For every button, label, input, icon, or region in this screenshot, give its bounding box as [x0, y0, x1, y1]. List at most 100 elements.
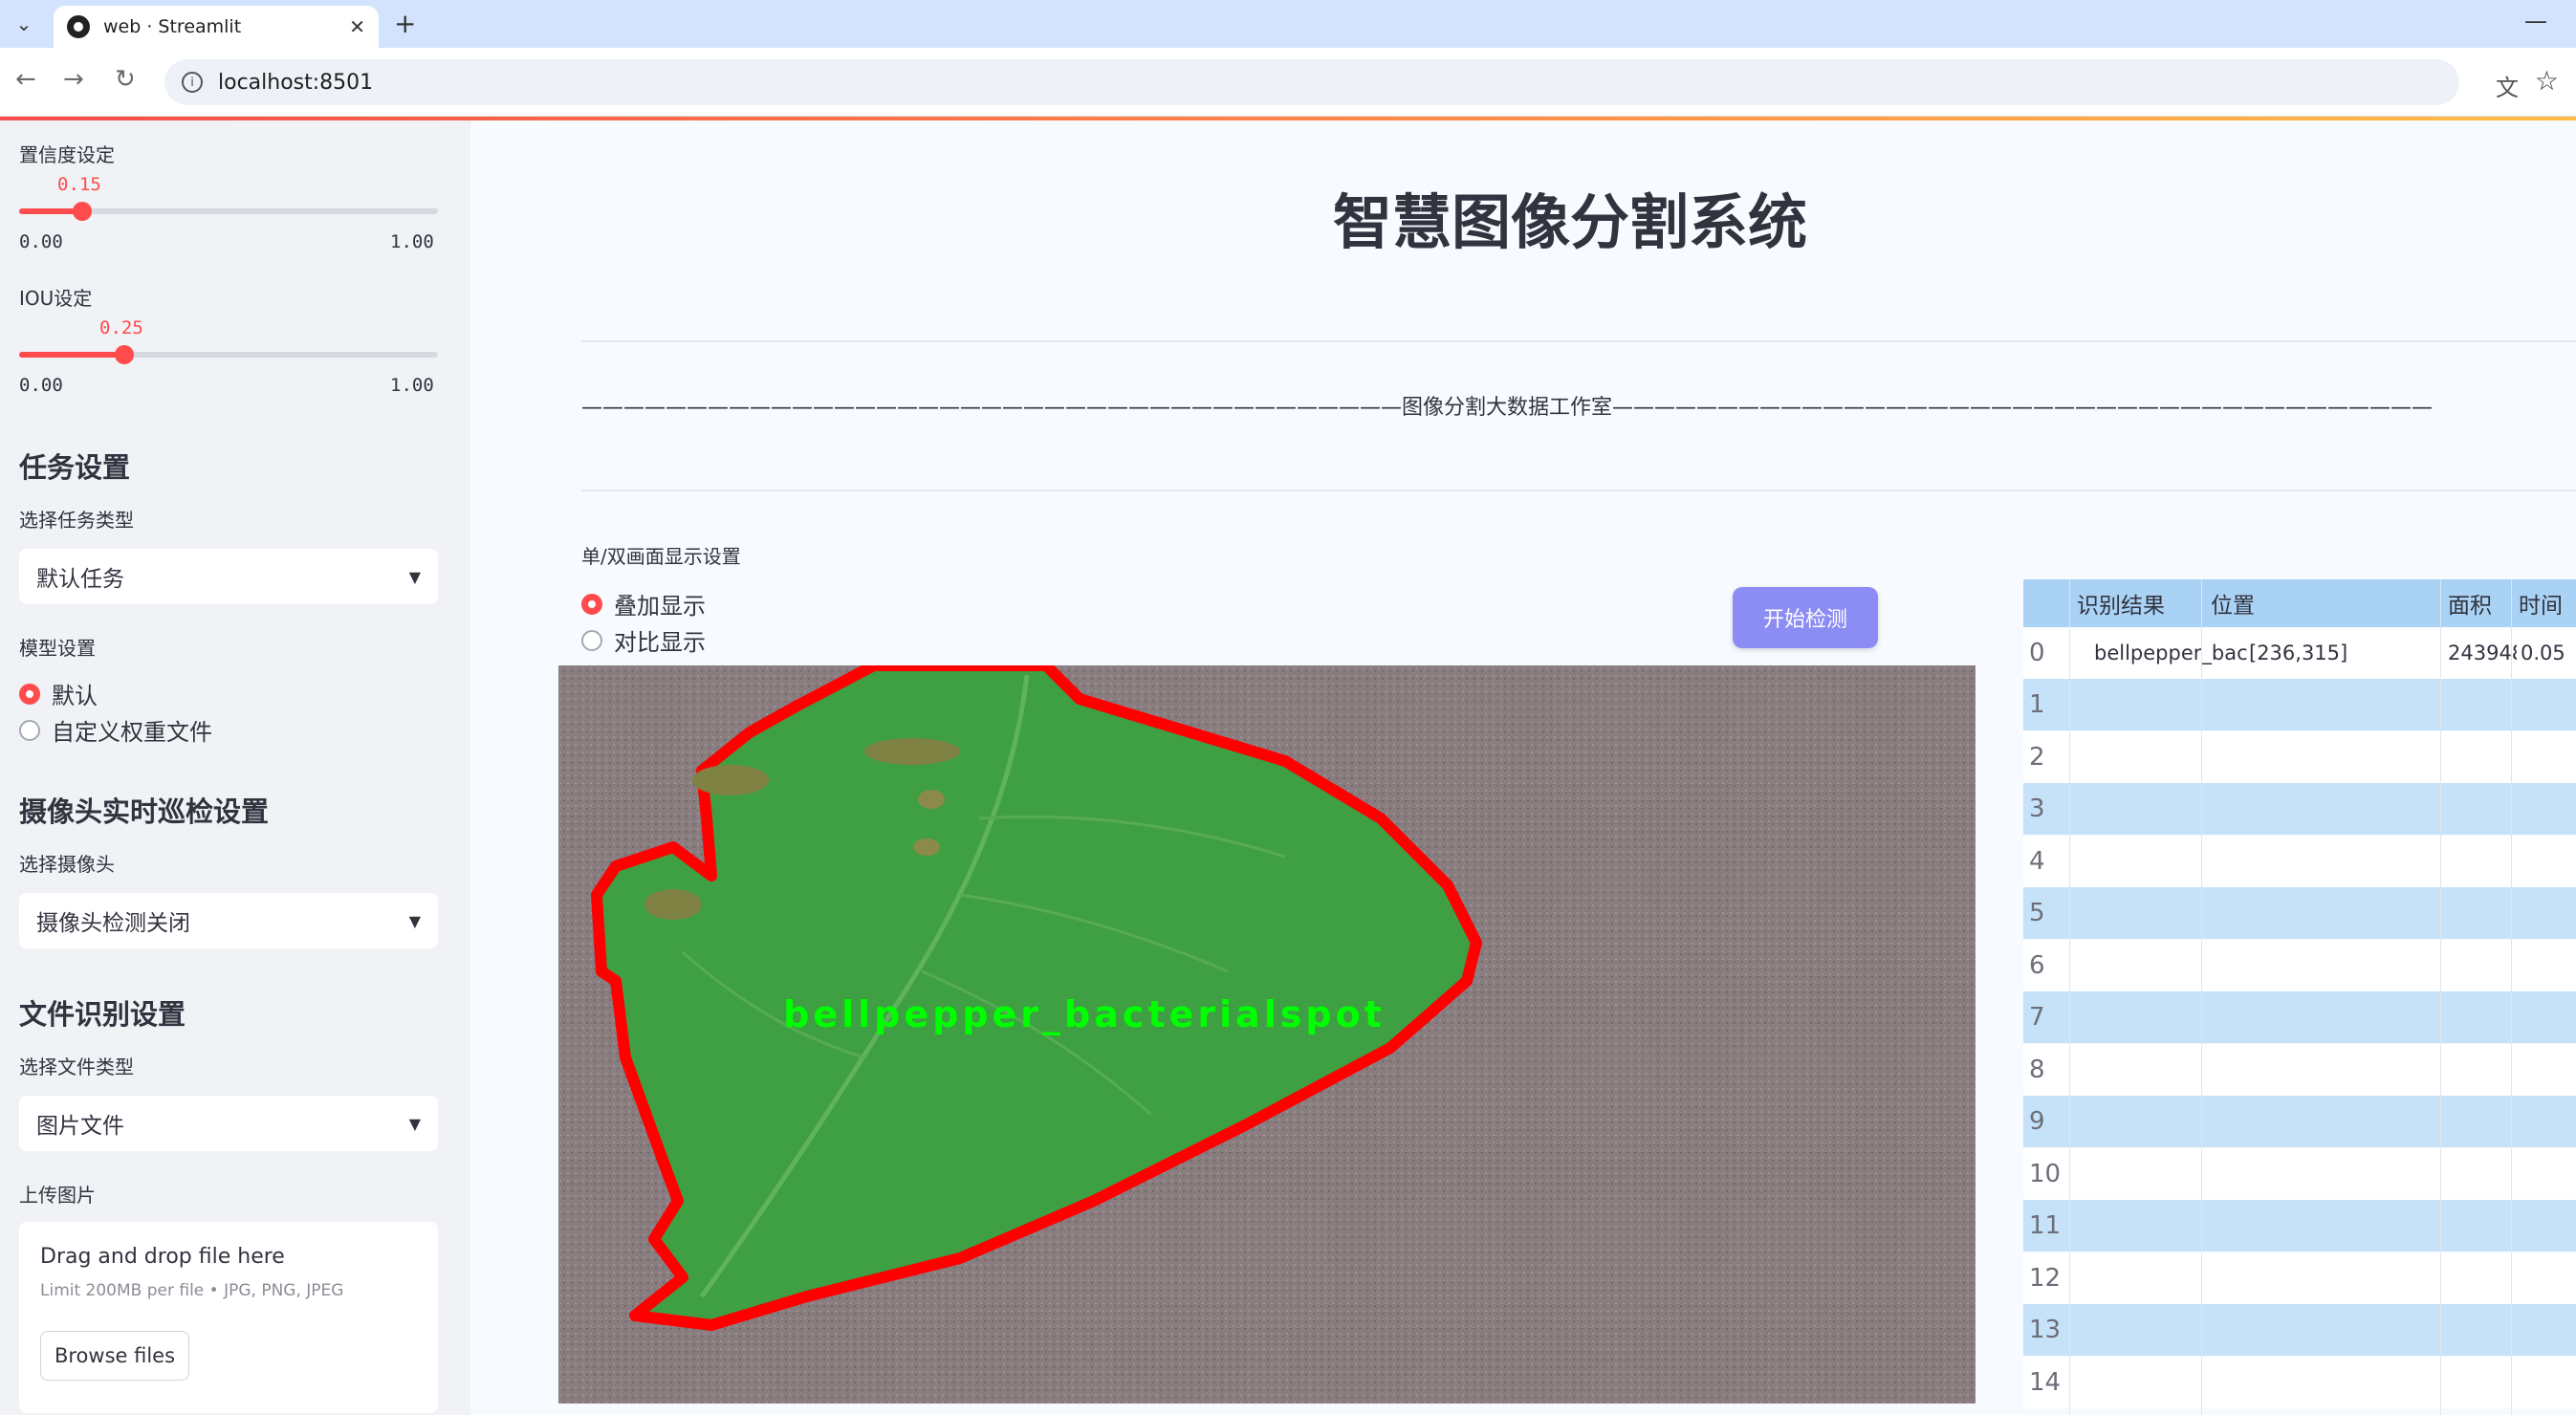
camera-select[interactable]: 摄像头检测关闭 ▼: [19, 893, 438, 948]
iou-slider[interactable]: [19, 345, 438, 364]
table-row[interactable]: 3: [2023, 783, 2576, 835]
row-index: 13: [2029, 1316, 2062, 1344]
task-settings-header: 任务设置: [19, 451, 131, 484]
tab-search-icon[interactable]: ⌄: [8, 8, 40, 40]
task-type-label: 选择任务类型: [19, 509, 134, 532]
table-row[interactable]: 11: [2023, 1200, 2576, 1252]
row-index: 4: [2029, 846, 2045, 876]
iou-label: IOU设定: [19, 287, 93, 310]
browse-files-button[interactable]: Browse files: [40, 1331, 189, 1381]
minimize-window-icon[interactable]: —: [2524, 8, 2547, 34]
studio-divider-text: ———————————————————————————————————————图…: [581, 396, 2434, 420]
table-row[interactable]: 2: [2023, 730, 2576, 783]
row-index: 10: [2029, 1159, 2062, 1188]
site-info-icon[interactable]: i: [182, 72, 203, 93]
row-index: 2: [2029, 742, 2045, 772]
radio-selected-icon: [581, 593, 602, 615]
forward-icon[interactable]: →: [63, 65, 84, 94]
confidence-value: 0.15: [57, 174, 101, 195]
row-index: 0: [2029, 639, 2045, 667]
column-divider: [2511, 579, 2512, 1415]
column-divider: [2440, 579, 2441, 1415]
close-tab-icon[interactable]: ✕: [349, 15, 365, 38]
table-row[interactable]: 14: [2023, 1356, 2576, 1408]
table-row[interactable]: 6: [2023, 939, 2576, 991]
table-row[interactable]: 12: [2023, 1252, 2576, 1304]
row-index: 6: [2029, 950, 2045, 980]
divider: [581, 490, 2576, 491]
cell-area: 243948: [2448, 642, 2517, 664]
chevron-down-icon: ▼: [408, 911, 421, 930]
display-option-overlay[interactable]: 叠加显示: [581, 587, 706, 620]
cell-time: 0.05: [2521, 642, 2565, 664]
sidebar: 置信度设定 0.15 0.00 1.00 IOU设定 0.25 0.00 1.0…: [0, 120, 470, 1415]
leaf-segmentation-svg: bellpepper_bacterialspot: [558, 665, 1976, 1404]
display-option-label: 叠加显示: [614, 593, 706, 620]
confidence-label: 置信度设定: [19, 143, 115, 166]
browser-tab-bar: ⌄ web · Streamlit ✕ + —: [0, 0, 2576, 48]
chevron-down-icon: ▼: [408, 567, 421, 586]
bacterial-spot: [644, 889, 702, 920]
row-index: 5: [2029, 899, 2045, 927]
table-row[interactable]: 13: [2023, 1304, 2576, 1356]
cell-result: bellpepper_bacterialspot: [2094, 642, 2247, 664]
translate-icon[interactable]: 文: [2496, 69, 2519, 102]
model-option-label: 默认: [52, 683, 98, 709]
column-header-area[interactable]: 面积: [2448, 579, 2492, 627]
column-header-result[interactable]: 识别结果: [2077, 579, 2165, 627]
file-settings-header: 文件识别设置: [19, 998, 186, 1031]
iou-slider-fill: [19, 352, 124, 358]
table-row[interactable]: 10: [2023, 1147, 2576, 1200]
table-row[interactable]: 5: [2023, 887, 2576, 939]
row-index: 1: [2029, 690, 2045, 719]
file-type-label: 选择文件类型: [19, 1056, 134, 1078]
camera-settings-header: 摄像头实时巡检设置: [19, 795, 270, 828]
cell-position: [236,315]: [2249, 642, 2348, 664]
bacterial-spot: [913, 838, 940, 856]
table-row[interactable]: 9: [2023, 1096, 2576, 1147]
start-detection-button[interactable]: 开始检测: [1733, 587, 1878, 648]
camera-label: 选择摄像头: [19, 853, 115, 876]
model-option-label: 自定义权重文件: [52, 719, 212, 746]
table-header-row: 识别结果 位置 面积 时间: [2023, 579, 2576, 627]
file-type-value: 图片文件: [36, 1114, 124, 1139]
table-row[interactable]: 8: [2023, 1043, 2576, 1096]
new-tab-icon[interactable]: +: [394, 8, 416, 39]
table-row[interactable]: 4: [2023, 835, 2576, 887]
table-row[interactable]: 7: [2023, 991, 2576, 1043]
row-index: 12: [2029, 1263, 2062, 1293]
bookmark-star-icon[interactable]: ☆: [2535, 65, 2559, 97]
model-option-default[interactable]: 默认: [19, 677, 98, 710]
confidence-slider[interactable]: [19, 202, 438, 221]
bacterial-spot: [864, 738, 960, 765]
column-divider: [2069, 579, 2070, 1415]
iou-max: 1.00: [390, 375, 434, 396]
radio-unselected-icon: [19, 719, 40, 741]
table-row[interactable]: 0 bellpepper_bacterialspot [236,315] 243…: [2023, 627, 2576, 679]
iou-slider-thumb[interactable]: [114, 345, 134, 364]
page-title: 智慧图像分割系统: [1333, 187, 1808, 257]
url-text: localhost:8501: [218, 70, 374, 95]
iou-value: 0.25: [99, 317, 143, 338]
iou-min: 0.00: [19, 375, 63, 396]
results-table[interactable]: 识别结果 位置 面积 时间 0 bellpepper_bacterialspot…: [2023, 579, 2576, 1415]
confidence-max: 1.00: [390, 231, 434, 252]
radio-selected-icon: [19, 683, 40, 705]
task-type-select[interactable]: 默认任务 ▼: [19, 549, 438, 604]
column-header-time[interactable]: 时间: [2519, 579, 2563, 627]
display-option-compare[interactable]: 对比显示: [581, 623, 706, 657]
file-uploader-dropzone[interactable]: Drag and drop file here Limit 200MB per …: [19, 1222, 438, 1413]
confidence-slider-thumb[interactable]: [72, 202, 92, 221]
display-settings-label: 单/双画面显示设置: [581, 545, 741, 568]
file-type-select[interactable]: 图片文件 ▼: [19, 1096, 438, 1151]
reload-icon[interactable]: ↻: [115, 65, 136, 94]
row-index: 11: [2029, 1211, 2062, 1240]
column-header-position[interactable]: 位置: [2211, 579, 2255, 627]
upload-dropzone-title: Drag and drop file here: [40, 1245, 285, 1269]
table-row[interactable]: 1: [2023, 679, 2576, 730]
back-icon[interactable]: ←: [15, 65, 36, 94]
chevron-down-icon: ▼: [408, 1114, 421, 1133]
url-input[interactable]: i localhost:8501: [164, 59, 2459, 105]
model-option-custom[interactable]: 自定义权重文件: [19, 713, 212, 747]
browser-tab[interactable]: web · Streamlit ✕: [54, 6, 379, 48]
